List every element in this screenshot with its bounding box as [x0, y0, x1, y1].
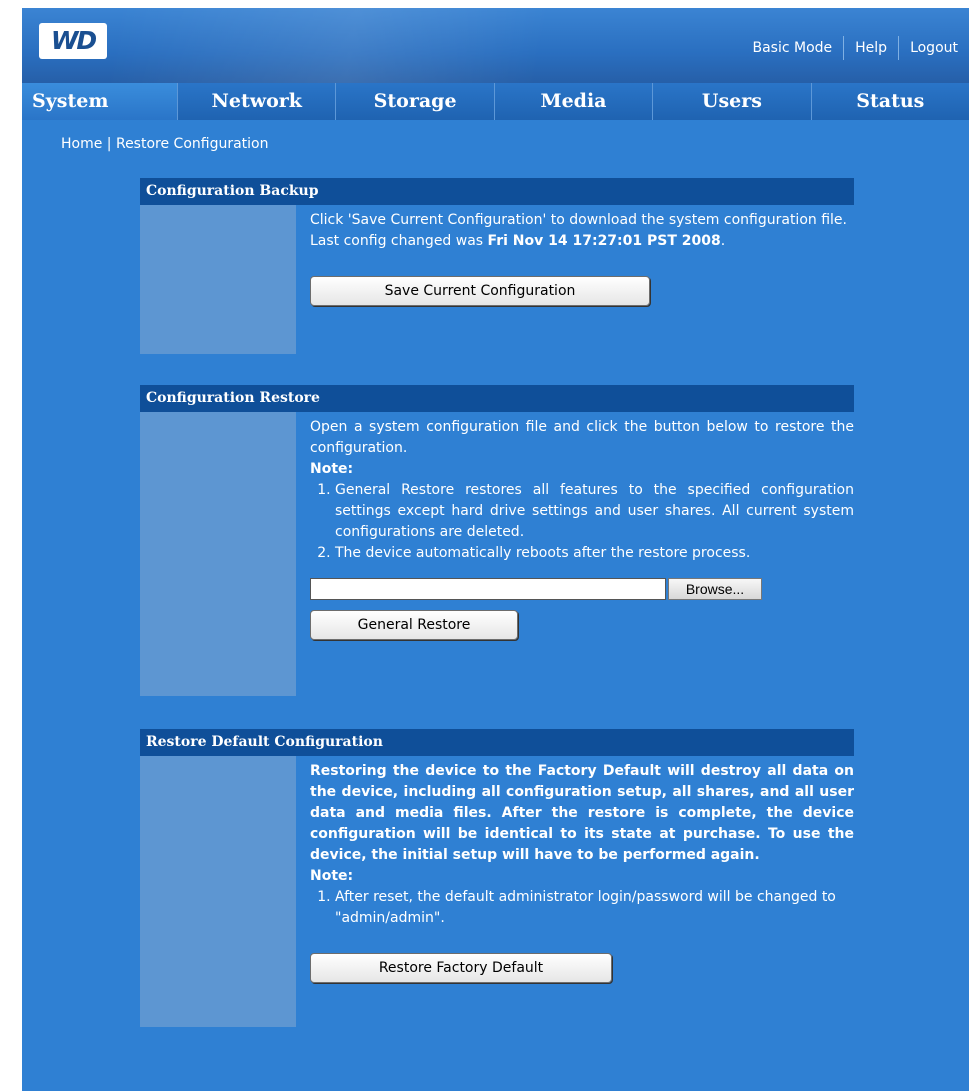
- restore-factory-default-button[interactable]: Restore Factory Default: [310, 953, 612, 983]
- breadcrumb-home[interactable]: Home: [61, 136, 102, 152]
- factory-section: Restore Default Configuration Restoring …: [140, 729, 854, 1027]
- tab-status[interactable]: Status: [810, 83, 969, 120]
- config-file-input[interactable]: [310, 578, 666, 600]
- general-restore-button[interactable]: General Restore: [310, 610, 518, 640]
- breadcrumb: Home | Restore Configuration: [61, 136, 269, 152]
- restore-note-label: Note:: [310, 461, 354, 477]
- main-nav: System Network Storage Media Users Statu…: [22, 83, 969, 120]
- restore-side-panel: [140, 412, 296, 696]
- factory-side-panel: [140, 756, 296, 1027]
- last-changed-value: Fri Nov 14 17:27:01 PST 2008: [487, 233, 721, 249]
- wd-logo: WD: [39, 23, 107, 59]
- basic-mode-link[interactable]: Basic Mode: [741, 36, 843, 60]
- tab-system[interactable]: System: [22, 83, 177, 120]
- factory-note-label: Note:: [310, 868, 354, 884]
- backup-title: Configuration Backup: [140, 178, 854, 205]
- factory-content: Restoring the device to the Factory Defa…: [296, 756, 854, 1027]
- last-changed-prefix: Last config changed was: [310, 233, 488, 249]
- top-bar: WD Basic Mode Help Logout: [22, 8, 969, 83]
- factory-body: Restoring the device to the Factory Defa…: [140, 756, 854, 1027]
- last-changed-suffix: .: [720, 233, 726, 249]
- restore-content: Open a system configuration file and cli…: [296, 412, 854, 696]
- backup-section: Configuration Backup Click 'Save Current…: [140, 178, 854, 354]
- factory-notes: After reset, the default administrator l…: [310, 887, 854, 929]
- tab-storage[interactable]: Storage: [335, 83, 493, 120]
- breadcrumb-current: Restore Configuration: [115, 136, 269, 152]
- top-links: Basic Mode Help Logout: [741, 36, 969, 60]
- backup-content: Click 'Save Current Configuration' to do…: [296, 205, 854, 354]
- factory-title: Restore Default Configuration: [140, 729, 854, 756]
- last-changed-line: Last config changed was Fri Nov 14 17:27…: [310, 231, 854, 252]
- save-configuration-button[interactable]: Save Current Configuration: [310, 276, 650, 306]
- restore-title: Configuration Restore: [140, 385, 854, 412]
- factory-note-item: After reset, the default administrator l…: [335, 887, 854, 929]
- tab-users[interactable]: Users: [652, 83, 810, 120]
- tab-network[interactable]: Network: [177, 83, 335, 120]
- restore-note-item: General Restore restores all features to…: [335, 480, 854, 543]
- breadcrumb-separator: |: [106, 136, 112, 152]
- backup-description: Click 'Save Current Configuration' to do…: [310, 212, 847, 228]
- restore-notes: General Restore restores all features to…: [310, 480, 854, 564]
- restore-description: Open a system configuration file and cli…: [310, 419, 854, 456]
- restore-note-item: The device automatically reboots after t…: [335, 543, 854, 564]
- file-picker: Browse...: [310, 578, 854, 600]
- restore-section: Configuration Restore Open a system conf…: [140, 385, 854, 696]
- help-link[interactable]: Help: [844, 36, 898, 60]
- factory-warning: Restoring the device to the Factory Defa…: [310, 763, 854, 863]
- logout-link[interactable]: Logout: [899, 36, 969, 60]
- main-frame: WD Basic Mode Help Logout System Network…: [22, 8, 969, 1091]
- tab-media[interactable]: Media: [493, 83, 652, 120]
- restore-body: Open a system configuration file and cli…: [140, 412, 854, 696]
- backup-body: Click 'Save Current Configuration' to do…: [140, 205, 854, 354]
- browse-button[interactable]: Browse...: [668, 578, 762, 600]
- backup-side-panel: [140, 205, 296, 354]
